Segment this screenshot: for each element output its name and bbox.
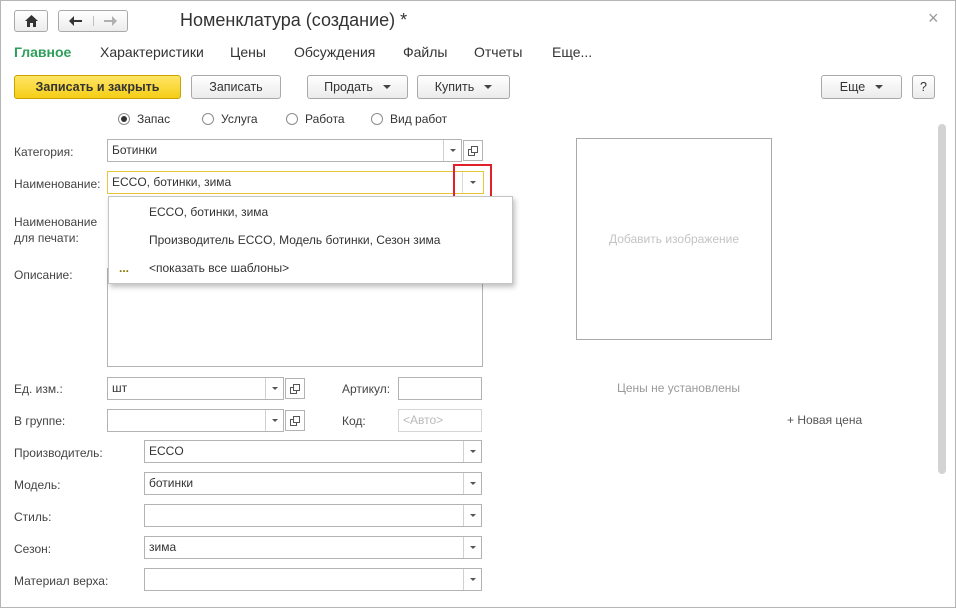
chevron-down-icon[interactable] [265,378,283,399]
open-icon [290,383,300,394]
name-label: Наименование: [14,177,101,191]
radio-work[interactable]: Работа [286,112,345,126]
code-field[interactable]: <Авто> [398,409,482,432]
article-field[interactable] [398,377,482,400]
buy-label: Купить [434,80,475,94]
radio-work-type[interactable]: Вид работ [371,112,447,126]
buy-button[interactable]: Купить [417,75,510,99]
tab-prices[interactable]: Цены [230,44,266,60]
window-title: Номенклатура (создание) * [180,10,408,30]
tab-discussions[interactable]: Обсуждения [294,44,375,60]
style-field[interactable] [144,504,482,527]
print-name-label-line-2: для печати: [14,231,79,245]
model-value: ботинки [149,476,194,490]
dropdown-item[interactable]: ECCO, ботинки, зима [149,205,268,219]
close-icon[interactable]: × [928,8,939,29]
tab-files[interactable]: Файлы [403,44,447,60]
arrow-left-icon [69,16,83,26]
tab-main[interactable]: Главное [14,44,71,60]
open-icon [290,415,300,426]
nav-buttons [58,10,128,32]
radio-label: Вид работ [390,112,448,126]
prices-status: Цены не установлены [617,381,740,395]
add-image-placeholder: Добавить изображение [608,232,740,246]
upper-material-label: Материал верха: [14,574,109,588]
season-value: зима [149,540,177,554]
help-button[interactable]: ? [912,75,935,99]
description-label: Описание: [14,268,73,282]
tab-characteristics[interactable]: Характеристики [100,44,204,60]
new-price-link[interactable]: + Новая цена [787,413,862,427]
chevron-down-icon[interactable] [463,441,481,462]
category-value: Ботинки [112,143,158,157]
dropdown-item[interactable]: Производитель ECCO, Модель ботинки, Сезо… [149,233,440,247]
chevron-down-icon [875,85,884,89]
save-and-close-button[interactable]: Записать и закрыть [14,75,181,99]
highlight-box [453,164,492,200]
tab-reports[interactable]: Отчеты [474,44,522,60]
season-label: Сезон: [14,542,52,556]
name-field[interactable]: ECCO, ботинки, зима [107,171,484,194]
show-all-templates-item[interactable]: <показать все шаблоны> [149,261,289,275]
group-field[interactable] [107,409,284,432]
radio-circle [118,113,130,125]
radio-label: Услуга [221,112,258,126]
manufacturer-field[interactable]: ECCO [144,440,482,463]
unit-value: шт [112,381,128,395]
chevron-down-icon[interactable] [463,505,481,526]
vertical-scrollbar[interactable] [938,124,946,474]
radio-stock[interactable]: Запас [118,112,170,126]
upper-material-field[interactable] [144,568,482,591]
home-button[interactable] [14,10,48,32]
save-button[interactable]: Записать [191,75,281,99]
radio-label: Работа [305,112,345,126]
sell-button[interactable]: Продать [307,75,408,99]
code-label: Код: [342,414,366,428]
name-value: ECCO, ботинки, зима [112,175,232,189]
open-unit-button[interactable] [285,378,305,399]
ellipsis-icon: ... [119,261,130,275]
print-name-label-line-1: Наименование [14,215,98,229]
style-label: Стиль: [14,510,52,524]
radio-service[interactable]: Услуга [202,112,258,126]
more-button[interactable]: Еще [821,75,902,99]
manufacturer-label: Производитель: [14,446,103,460]
model-field[interactable]: ботинки [144,472,482,495]
forward-button[interactable] [94,16,128,26]
name-dropdown-list: ECCO, ботинки, зима Производитель ECCO, … [108,196,513,284]
open-category-button[interactable] [463,140,483,161]
unit-field[interactable]: шт [107,377,284,400]
open-icon [468,145,478,156]
radio-label: Запас [137,112,171,126]
category-label: Категория: [14,145,74,159]
print-name-label: Наименование для печати: [14,214,97,246]
season-field[interactable]: зима [144,536,482,559]
chevron-down-icon[interactable] [463,537,481,558]
sell-label: Продать [324,80,373,94]
more-label: Еще [839,80,866,94]
chevron-down-icon[interactable] [463,473,481,494]
chevron-down-icon[interactable] [443,140,461,161]
chevron-down-icon [484,85,493,89]
group-label: В группе: [14,414,66,428]
radio-circle [371,113,383,125]
model-label: Модель: [14,478,61,492]
radio-circle [286,113,298,125]
chevron-down-icon[interactable] [265,410,283,431]
article-label: Артикул: [342,382,391,396]
back-button[interactable] [59,16,94,26]
open-group-button[interactable] [285,410,305,431]
add-image-area[interactable]: Добавить изображение [576,138,772,340]
unit-label: Ед. изм.: [14,382,63,396]
chevron-down-icon [382,85,391,89]
chevron-down-icon[interactable] [463,569,481,590]
tab-more[interactable]: Еще... [552,44,592,60]
category-field[interactable]: Ботинки [107,139,462,162]
home-icon [24,15,38,27]
arrow-right-icon [103,16,117,26]
manufacturer-value: ECCO [149,444,184,458]
radio-circle [202,113,214,125]
